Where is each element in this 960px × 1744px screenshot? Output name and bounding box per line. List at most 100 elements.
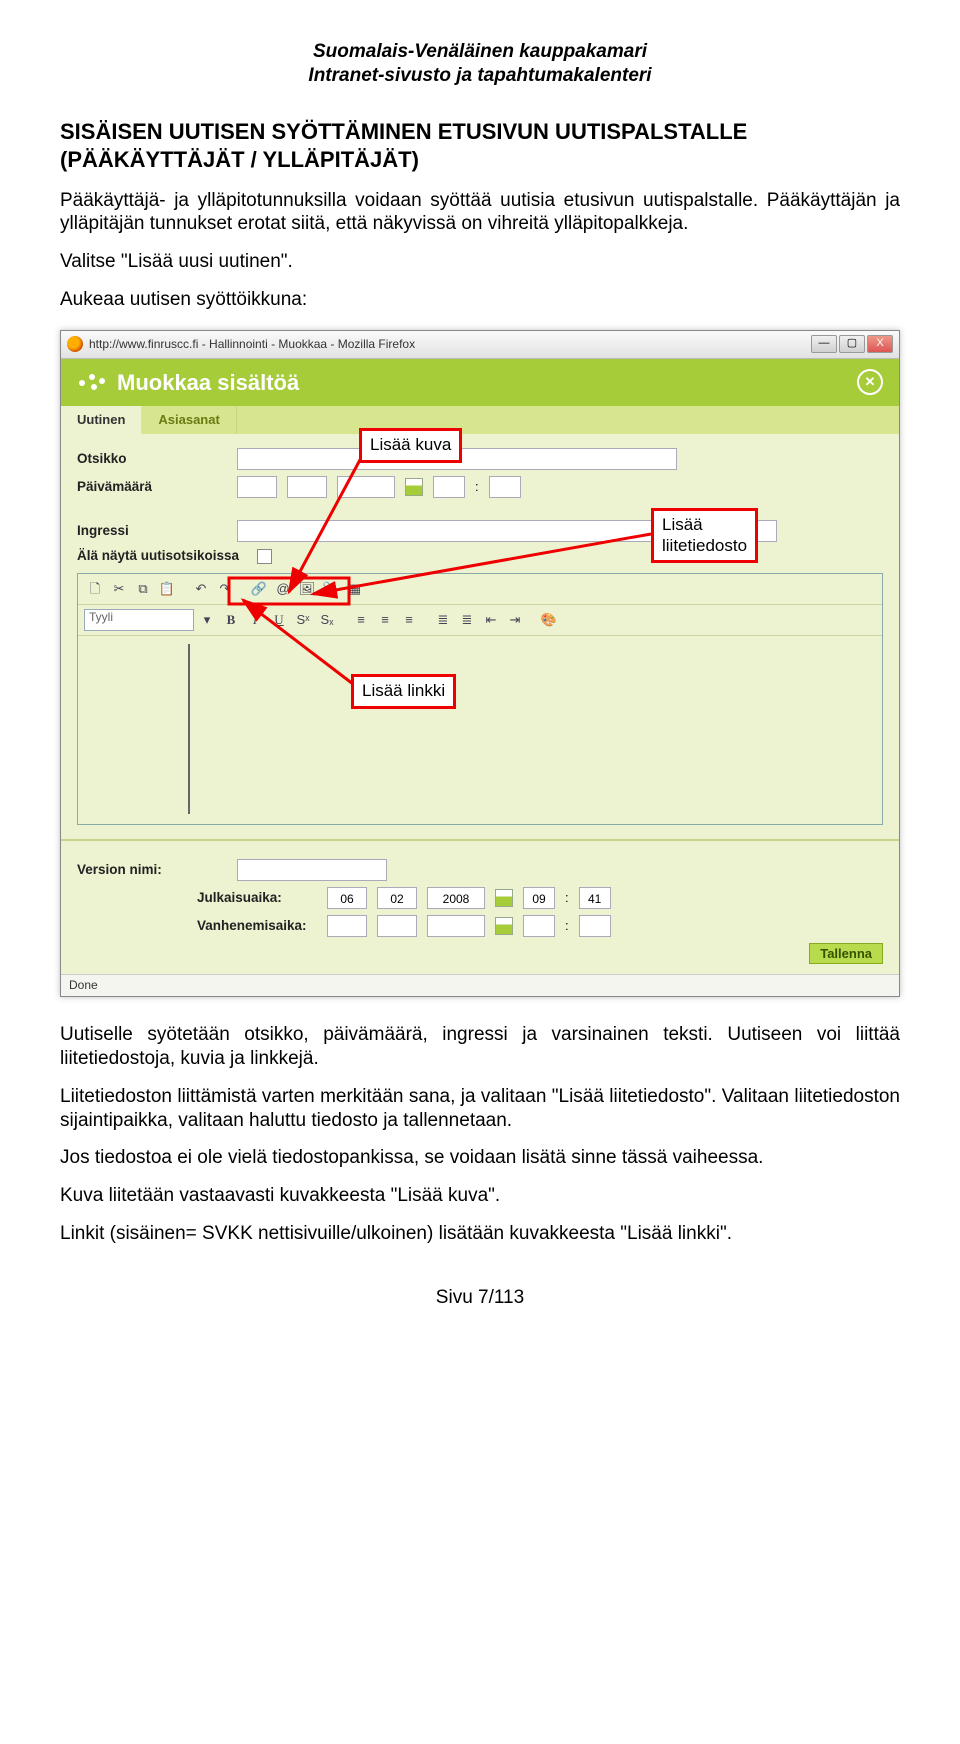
toolbar-row-2: Tyyli ▾ B I U Sˣ Sₓ ≡ ≡ ≡ ≣ ≣ ⇤ ⇥ [78, 605, 882, 636]
logo-dots-icon [77, 370, 107, 394]
input-jul-min[interactable]: 41 [579, 887, 611, 909]
input-pm-min[interactable] [489, 476, 521, 498]
toolbar-component-icon[interactable]: ▦ [344, 578, 366, 600]
toolbar-align-left-icon[interactable]: ≡ [350, 609, 372, 631]
calendar-icon[interactable] [405, 478, 423, 496]
row-vanhenemisaika: Vanhenemisaika: : [197, 915, 883, 937]
page-title-text: Muokkaa sisältöä [117, 369, 299, 397]
bottom-panel: Version nimi: Julkaisuaika: 06 02 2008 0… [61, 839, 899, 974]
toolbar-style-select[interactable]: Tyyli [84, 609, 194, 631]
toolbar-link-icon[interactable]: 🔗 [248, 578, 270, 600]
input-van-mm[interactable] [377, 915, 417, 937]
label-otsikko: Otsikko [77, 451, 227, 468]
input-jul-yyyy[interactable]: 2008 [427, 887, 485, 909]
tab-uutinen[interactable]: Uutinen [61, 406, 142, 434]
toolbar-attachment-icon[interactable]: 📎 [320, 578, 342, 600]
input-pm-month[interactable] [287, 476, 327, 498]
toolbar-ol-icon[interactable]: ≣ [432, 609, 454, 631]
page-footer: Sivu 7/113 [60, 1286, 900, 1310]
input-jul-dd[interactable]: 06 [327, 887, 367, 909]
save-button[interactable]: Tallenna [809, 943, 883, 964]
callout-liite-l1: Lisää [662, 515, 703, 534]
input-pm-hour[interactable] [433, 476, 465, 498]
tab-row: Uutinen Asiasanat [61, 406, 899, 434]
document-header: Suomalais-Venäläinen kauppakamari Intran… [60, 40, 900, 88]
toolbar-bold-icon[interactable]: B [220, 609, 242, 631]
row-julkaisuaika: Julkaisuaika: 06 02 2008 09 : 41 [197, 887, 883, 909]
intro-para-2: Valitse "Lisää uusi uutinen". [60, 250, 900, 274]
row-otsikko: Otsikko [77, 448, 883, 470]
input-pm-day[interactable] [237, 476, 277, 498]
label-ala-nayta: Älä näytä uutisotsikoissa [77, 548, 247, 565]
toolbar-indent-icon[interactable]: ⇥ [504, 609, 526, 631]
window-titlebar: http://www.finruscc.fi - Hallinnointi - … [61, 331, 899, 359]
doc-header-line2: Intranet-sivusto ja tapahtumakalenteri [60, 64, 900, 88]
page-title: Muokkaa sisältöä [77, 369, 299, 397]
callout-liite-l2: liitetiedosto [662, 536, 747, 555]
toolbar-align-right-icon[interactable]: ≡ [398, 609, 420, 631]
page-header-bar: Muokkaa sisältöä ✕ [61, 359, 899, 407]
intro-para-3: Aukeaa uutisen syöttöikkuna: [60, 288, 900, 312]
browser-window: http://www.finruscc.fi - Hallinnointi - … [60, 330, 900, 998]
toolbar-redo-icon[interactable]: ↷ [214, 578, 236, 600]
input-jul-mm[interactable]: 02 [377, 887, 417, 909]
calendar-icon-2[interactable] [495, 889, 513, 907]
window-buttons: — ▢ X [811, 335, 893, 353]
row-ala-nayta: Älä näytä uutisotsikoissa [77, 548, 883, 565]
toolbar-cut-icon[interactable]: ✂ [108, 578, 130, 600]
time-colon-3: : [565, 918, 569, 934]
label-version-nimi: Version nimi: [77, 862, 227, 879]
intro-para-1: Pääkäyttäjä- ja ylläpitotunnuksilla void… [60, 189, 900, 237]
body-para-4: Uutiselle syötetään otsikko, päivämäärä,… [60, 1023, 900, 1071]
input-version-nimi[interactable] [237, 859, 387, 881]
input-van-dd[interactable] [327, 915, 367, 937]
input-pm-year[interactable] [337, 476, 395, 498]
toolbar-underline-icon[interactable]: U [268, 609, 290, 631]
row-ingressi: Ingressi [77, 520, 883, 542]
toolbar-sup-icon[interactable]: Sˣ [292, 609, 314, 631]
callout-kuva-text: Lisää kuva [370, 435, 451, 454]
toolbar-copy-icon[interactable]: ⧉ [132, 578, 154, 600]
toolbar-color-icon[interactable]: 🎨 [538, 609, 560, 631]
toolbar-dropdown-icon[interactable]: ▾ [196, 609, 218, 631]
close-dialog-button[interactable]: ✕ [857, 369, 883, 395]
toolbar-align-center-icon[interactable]: ≡ [374, 609, 396, 631]
toolbar-at-icon[interactable]: @ [272, 578, 294, 600]
input-van-yyyy[interactable] [427, 915, 485, 937]
toolbar-paste-icon[interactable]: 📋 [156, 578, 178, 600]
label-paivamaara: Päivämäärä [77, 479, 227, 496]
maximize-button[interactable]: ▢ [839, 335, 865, 353]
form-area: Otsikko Päivämäärä : Ingressi Älä näytä … [61, 434, 899, 839]
window-title: http://www.finruscc.fi - Hallinnointi - … [89, 337, 811, 352]
editor-textarea[interactable] [188, 644, 190, 814]
close-window-button[interactable]: X [867, 335, 893, 353]
toolbar-new-icon[interactable]: 🗋 [84, 578, 106, 600]
toolbar-italic-icon[interactable]: I [244, 609, 266, 631]
firefox-icon [67, 336, 83, 352]
input-van-min[interactable] [579, 915, 611, 937]
browser-statusbar: Done [61, 974, 899, 996]
toolbar-ul-icon[interactable]: ≣ [456, 609, 478, 631]
label-vanhenemisaika: Vanhenemisaika: [197, 918, 317, 935]
input-van-hh[interactable] [523, 915, 555, 937]
time-colon-2: : [565, 890, 569, 906]
toolbar-undo-icon[interactable]: ↶ [190, 578, 212, 600]
toolbar-image-icon[interactable]: 🖼 [296, 578, 318, 600]
calendar-icon-3[interactable] [495, 917, 513, 935]
toolbar-row-1: 🗋 ✂ ⧉ 📋 ↶ ↷ 🔗 @ 🖼 📎 ▦ [78, 574, 882, 605]
time-colon: : [475, 479, 479, 495]
callout-lisaa-linkki: Lisää linkki [351, 674, 456, 708]
checkbox-ala-nayta[interactable] [257, 549, 272, 564]
toolbar-sub-icon[interactable]: Sₓ [316, 609, 338, 631]
callout-lisaa-liitetiedosto: Lisää liitetiedosto [651, 508, 758, 563]
toolbar-outdent-icon[interactable]: ⇤ [480, 609, 502, 631]
input-jul-hh[interactable]: 09 [523, 887, 555, 909]
editor-toolbar: 🗋 ✂ ⧉ 📋 ↶ ↷ 🔗 @ 🖼 📎 ▦ Tyyli ▾ [77, 573, 883, 825]
body-para-6: Jos tiedostoa ei ole vielä tiedostopanki… [60, 1146, 900, 1170]
label-julkaisuaika: Julkaisuaika: [197, 890, 317, 907]
callout-linkki-text: Lisää linkki [362, 681, 445, 700]
minimize-button[interactable]: — [811, 335, 837, 353]
body-para-5: Liitetiedoston liittämistä varten merkit… [60, 1085, 900, 1133]
body-para-7: Kuva liitetään vastaavasti kuvakkeesta "… [60, 1184, 900, 1208]
tab-asiasanat[interactable]: Asiasanat [142, 406, 236, 434]
